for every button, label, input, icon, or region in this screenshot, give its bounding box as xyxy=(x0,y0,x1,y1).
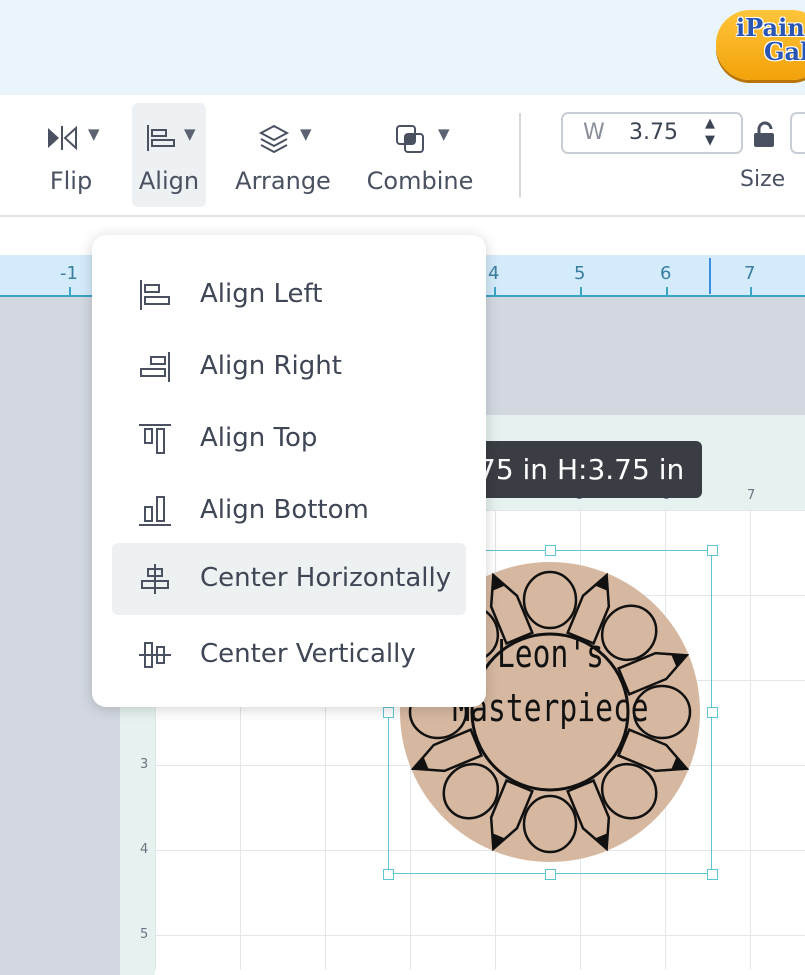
ruler-tick: 4 xyxy=(488,263,500,295)
center-vertically-icon xyxy=(138,639,172,675)
menu-item-label: Center Horizontally xyxy=(200,563,452,593)
chevron-down-icon: ▼ xyxy=(438,125,450,143)
combine-label: Combine xyxy=(366,167,474,195)
chevron-down-icon: ▼ xyxy=(300,125,312,143)
top-banner: iPain Gal xyxy=(0,0,805,95)
canvas-ruler-tick: 4 xyxy=(140,842,149,857)
canvas-ruler-tick: 3 xyxy=(140,757,149,772)
toolbar-divider xyxy=(519,113,521,197)
resize-handle[interactable] xyxy=(707,707,718,718)
menu-item-label: Align Top xyxy=(200,423,318,453)
unlock-icon[interactable] xyxy=(752,121,778,153)
menu-item-center-horizontally[interactable]: Center Horizontally xyxy=(112,543,466,615)
edit-toolbar: ▼ Flip ▼ Align ▼ Arrange ▼ Combine W 3.7… xyxy=(0,95,805,217)
ruler-tick: 6 xyxy=(660,263,672,295)
ruler-tick: 5 xyxy=(574,263,586,295)
logo-line-2: Gal xyxy=(764,37,805,66)
resize-handle[interactable] xyxy=(545,869,556,880)
align-button[interactable]: ▼ Align xyxy=(132,103,206,207)
resize-handle[interactable] xyxy=(383,869,394,880)
arrange-label: Arrange xyxy=(235,167,331,195)
resize-handle[interactable] xyxy=(383,707,394,718)
menu-item-label: Center Vertically xyxy=(200,639,416,669)
align-bottom-icon xyxy=(138,495,172,531)
menu-item-center-vertically[interactable]: Center Vertically xyxy=(112,619,466,691)
combine-icon xyxy=(394,123,426,159)
app-logo[interactable]: iPain Gal xyxy=(716,10,805,80)
align-top-icon xyxy=(138,423,172,459)
chevron-down-icon: ▼ xyxy=(184,125,196,143)
align-icon xyxy=(144,123,176,157)
menu-item-label: Align Left xyxy=(200,279,323,309)
ruler-position-marker xyxy=(709,258,711,294)
menu-item-align-bottom[interactable]: Align Bottom xyxy=(112,475,466,547)
menu-item-label: Align Bottom xyxy=(200,495,369,525)
canvas-ruler-tick: 5 xyxy=(140,927,149,942)
ruler-tick: -1 xyxy=(60,263,78,295)
canvas-ruler-tick: 7 xyxy=(747,488,756,503)
align-right-icon xyxy=(138,351,172,387)
resize-handle[interactable] xyxy=(545,545,556,556)
size-label: Size xyxy=(740,167,786,192)
align-dropdown-menu: Align Left Align Right Align Top Align B… xyxy=(92,235,486,707)
size-tooltip-text: 75 in H:3.75 in xyxy=(478,453,685,486)
align-left-icon xyxy=(138,279,172,315)
arrange-icon xyxy=(258,123,290,159)
menu-item-label: Align Right xyxy=(200,351,342,381)
width-value[interactable]: 3.75 xyxy=(629,120,678,145)
flip-button[interactable]: ▼ Flip xyxy=(30,103,112,207)
flip-icon xyxy=(46,123,78,157)
center-horizontally-icon xyxy=(138,563,172,599)
logo-text: iPain Gal xyxy=(736,16,805,64)
height-field[interactable] xyxy=(790,112,805,154)
combine-button[interactable]: ▼ Combine xyxy=(364,103,476,207)
align-label: Align xyxy=(138,167,200,195)
resize-handle[interactable] xyxy=(707,869,718,880)
flip-label: Flip xyxy=(49,167,93,195)
menu-item-align-left[interactable]: Align Left xyxy=(112,259,466,331)
width-field[interactable]: W 3.75 ▲ ▼ xyxy=(561,112,743,154)
menu-item-align-right[interactable]: Align Right xyxy=(112,331,466,403)
decrement-arrow-icon[interactable]: ▼ xyxy=(705,133,715,148)
width-label: W xyxy=(583,120,605,145)
increment-arrow-icon[interactable]: ▲ xyxy=(705,116,715,131)
menu-item-align-top[interactable]: Align Top xyxy=(112,403,466,475)
resize-handle[interactable] xyxy=(707,545,718,556)
ruler-tick: 7 xyxy=(744,263,756,295)
chevron-down-icon: ▼ xyxy=(88,125,100,143)
size-tooltip: 75 in H:3.75 in xyxy=(462,441,702,498)
arrange-button[interactable]: ▼ Arrange xyxy=(232,103,334,207)
